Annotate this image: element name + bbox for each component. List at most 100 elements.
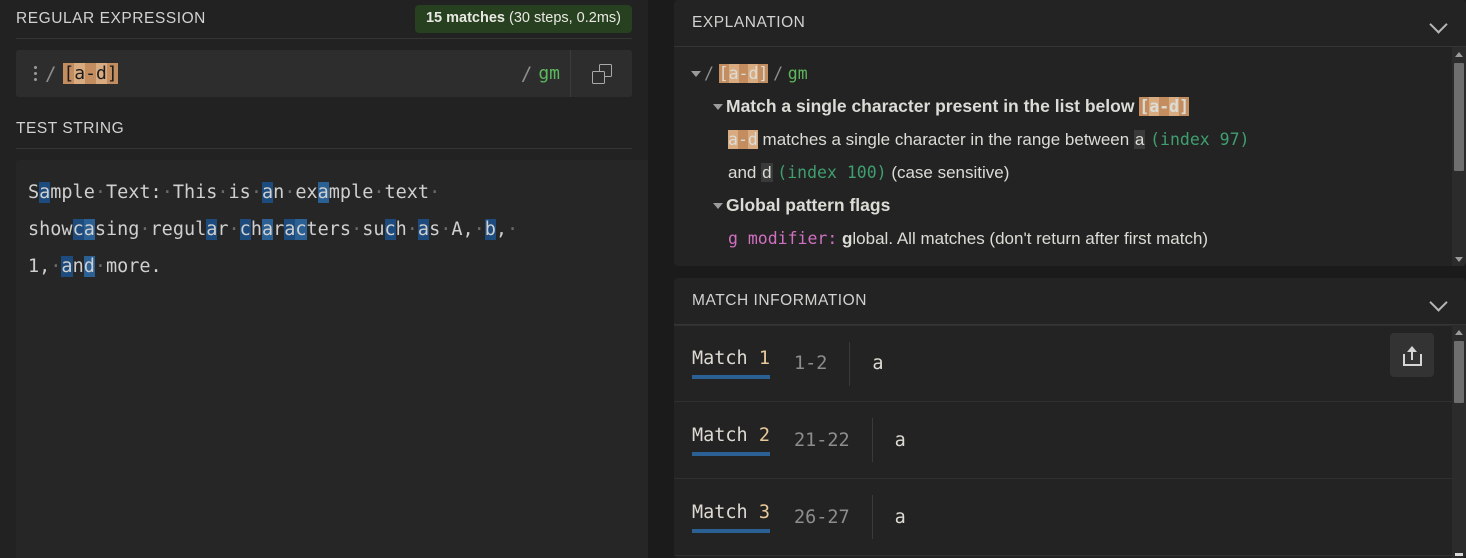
- test-string-segment: Text:: [105, 182, 162, 203]
- copy-regex-button[interactable]: [570, 50, 632, 97]
- test-string-segment: text: [384, 182, 430, 203]
- scroll-down-arrow-icon[interactable]: [1452, 252, 1466, 266]
- flags-modifier-code: g modifier:: [728, 229, 838, 248]
- match-detail-text: a-d matches a single character in the ra…: [728, 123, 1249, 156]
- match-detail-case: (case sensitive): [891, 163, 1010, 182]
- match-label-word: Match: [692, 348, 759, 369]
- left-column: REGULAR EXPRESSION 15 matches (30 steps,…: [0, 0, 648, 558]
- match-highlight: c: [72, 219, 84, 240]
- explanation-panel: EXPLANATION / [a-d] / gm Match a single …: [674, 0, 1466, 266]
- test-string-segment: ·: [429, 182, 441, 203]
- explanation-scrollbar[interactable]: [1452, 47, 1466, 266]
- explanation-header[interactable]: EXPLANATION: [674, 0, 1466, 46]
- copy-icon: [591, 63, 612, 84]
- share-matches-button[interactable]: [1390, 333, 1434, 377]
- scroll-up-arrow-icon[interactable]: [1452, 47, 1466, 61]
- match-scroll-thumb[interactable]: [1454, 341, 1464, 403]
- flags-modifier-bold: g: [842, 229, 853, 248]
- match-label-number: 1: [758, 348, 770, 369]
- test-string-segment: r: [217, 219, 229, 240]
- test-string-segment: su: [362, 219, 385, 240]
- match-highlight: a: [83, 219, 95, 240]
- match-detail-chip: a-d: [728, 130, 758, 149]
- test-string-title: TEST STRING: [16, 120, 125, 137]
- match-highlight: a: [417, 219, 430, 240]
- match-value: a: [894, 506, 906, 528]
- test-string-content[interactable]: Sample·Text:·This·is·an·example·text· sh…: [28, 174, 636, 285]
- pattern-token: d: [1169, 97, 1180, 116]
- explanation-flags-node[interactable]: Global pattern flags: [688, 189, 1436, 222]
- share-export-icon: [1402, 345, 1422, 366]
- test-string-segment: ·: [94, 256, 106, 277]
- match-highlight: a: [261, 182, 274, 203]
- test-string-segment: S: [28, 182, 40, 203]
- pattern-token: -: [85, 63, 96, 84]
- test-string-segment: ·: [351, 219, 363, 240]
- regex-pattern-input[interactable]: [a-d]: [63, 63, 520, 84]
- pattern-token: ]: [106, 63, 118, 84]
- test-string-segment: sing: [94, 219, 140, 240]
- regex-tester-app: REGULAR EXPRESSION 15 matches (30 steps,…: [0, 0, 1466, 558]
- test-string-segment: ·: [406, 219, 418, 240]
- root-open-delim: /: [704, 64, 714, 83]
- match-information-body: Match 1 1-2 a Match 2 21-22 a Match 3 26-27 a: [674, 325, 1466, 558]
- match-label-number: 3: [758, 501, 770, 523]
- divider-regex: [16, 38, 632, 39]
- match-highlight: b: [484, 219, 496, 240]
- test-string-segment: ex: [295, 182, 318, 203]
- test-string-editor[interactable]: Sample·Text:·This·is·an·example·text· sh…: [16, 160, 648, 558]
- test-string-segment: regul: [150, 219, 207, 240]
- caret-down-icon[interactable]: [710, 189, 726, 222]
- explanation-scroll-thumb[interactable]: [1454, 63, 1464, 171]
- explanation-root-row[interactable]: / [a-d] / gm: [688, 57, 1436, 90]
- match-row[interactable]: Match 2 21-22 a: [674, 402, 1452, 479]
- match-row[interactable]: Match 1 1-2 a: [674, 325, 1452, 402]
- match-highlight: a: [284, 219, 296, 240]
- match-highlight: a: [317, 182, 329, 203]
- explanation-scroll-track[interactable]: [1452, 61, 1466, 252]
- pattern-token: [: [63, 63, 75, 84]
- match-information-title: MATCH INFORMATION: [692, 292, 867, 309]
- match-information-header[interactable]: MATCH INFORMATION: [674, 278, 1466, 324]
- match-heading-chip: [a-d]: [1139, 97, 1190, 116]
- chevron-down-icon[interactable]: [1430, 18, 1448, 29]
- test-string-segment: ·: [228, 219, 240, 240]
- match-label-number: 2: [758, 424, 770, 446]
- match-detail-index-a: (index 97): [1150, 130, 1250, 149]
- explanation-match-node[interactable]: Match a single character present in the …: [688, 90, 1436, 123]
- match-information-scrollbar[interactable]: [1452, 325, 1466, 558]
- regex-input-bar[interactable]: / [a-d] / gm: [16, 50, 632, 97]
- match-information-panel: MATCH INFORMATION Match 1 1-2 a Match 2 21-2…: [674, 278, 1466, 558]
- match-label-word: Match: [692, 424, 759, 446]
- pattern-token: -: [1159, 97, 1170, 116]
- test-string-segment: ·: [94, 182, 106, 203]
- regex-open-delimiter: /: [45, 62, 57, 85]
- match-row[interactable]: Match 3 26-27 a: [674, 479, 1452, 556]
- pattern-token: ]: [1179, 97, 1190, 116]
- pattern-token: d: [95, 63, 107, 84]
- more-options-icon[interactable]: [28, 64, 42, 84]
- test-string-segment: n: [72, 256, 84, 277]
- regex-field[interactable]: / [a-d] / gm: [16, 50, 570, 97]
- regex-flags[interactable]: gm: [538, 63, 560, 84]
- matches-count: 15 matches: [425, 10, 505, 27]
- match-label-word: Match: [692, 501, 759, 523]
- test-string-segment: 1,: [28, 256, 51, 277]
- chevron-down-icon[interactable]: [1430, 296, 1448, 307]
- matches-detail: (30 steps, 0.2ms): [508, 10, 621, 27]
- match-range: 26-27: [794, 495, 873, 539]
- match-detail-and: and: [728, 163, 762, 182]
- caret-down-icon[interactable]: [688, 57, 704, 90]
- test-string-segment: ters: [306, 219, 352, 240]
- match-scroll-track[interactable]: [1452, 339, 1466, 558]
- match-highlight: c: [384, 219, 396, 240]
- scroll-up-arrow-icon[interactable]: [1452, 325, 1466, 339]
- test-string-segment: ·: [161, 182, 173, 203]
- match-highlight: d: [83, 256, 95, 277]
- test-string-segment: ·: [473, 219, 485, 240]
- match-detail-char-d: d: [761, 163, 773, 182]
- match-range: 21-22: [794, 418, 873, 462]
- test-string-segment: ·: [250, 182, 262, 203]
- caret-down-icon[interactable]: [710, 90, 726, 123]
- match-label: Match 3: [692, 502, 770, 533]
